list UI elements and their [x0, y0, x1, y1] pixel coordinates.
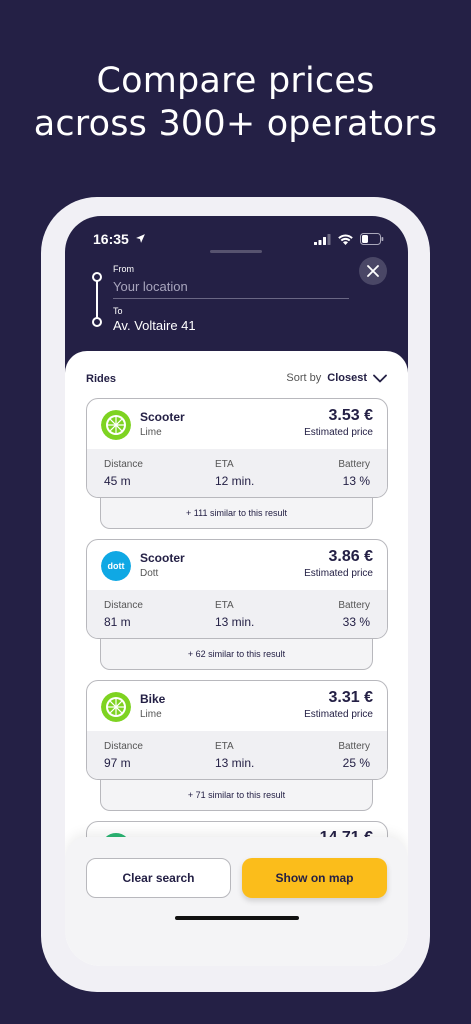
- battery-value: 13 %: [342, 474, 370, 488]
- from-dot-icon: [92, 272, 102, 282]
- ride-type: Scooter: [140, 410, 185, 424]
- to-field[interactable]: Av. Voltaire 41: [113, 318, 196, 333]
- ride-card[interactable]: Scooter Lime 3.53 € Estimated price Dist…: [86, 398, 388, 498]
- chevron-down-icon: [373, 374, 387, 382]
- ride-summary: dott Scooter Dott 3.86 € Estimated price: [87, 540, 387, 590]
- eta-label: ETA: [215, 459, 234, 470]
- from-label: From: [113, 264, 134, 274]
- drag-handle[interactable]: [210, 250, 262, 253]
- ride-stats: Distance 45 m ETA 12 min. Battery 13 %: [87, 449, 387, 497]
- headline-line-1: Compare prices: [96, 61, 375, 101]
- battery-value: 33 %: [342, 615, 370, 629]
- wifi-icon: [338, 233, 353, 245]
- ride-price: 3.31 €: [328, 689, 373, 706]
- distance-value: 45 m: [104, 474, 131, 488]
- battery-label: Battery: [338, 741, 370, 752]
- rides-title: Rides: [86, 373, 116, 385]
- close-button[interactable]: [359, 257, 387, 285]
- distance-label: Distance: [104, 600, 143, 611]
- similar-results-button[interactable]: + 111 similar to this result: [100, 498, 373, 529]
- sort-control[interactable]: Sort by Closest: [286, 372, 387, 384]
- similar-results-button[interactable]: + 71 similar to this result: [100, 780, 373, 811]
- action-bar: Clear search Show on map: [65, 837, 408, 966]
- clear-search-button[interactable]: Clear search: [86, 858, 231, 898]
- location-arrow-icon: [136, 234, 145, 243]
- headline-line-2: across 300+ operators: [33, 104, 438, 144]
- to-label: To: [113, 306, 123, 316]
- distance-value: 81 m: [104, 615, 131, 629]
- ride-price-label: Estimated price: [304, 709, 373, 720]
- ride-price-label: Estimated price: [304, 427, 373, 438]
- ride-card[interactable]: dott Scooter Dott 3.86 € Estimated price…: [86, 539, 388, 639]
- ride-type: Bike: [140, 692, 166, 706]
- ride-operator: Lime: [140, 709, 162, 720]
- ride-price: 3.53 €: [328, 407, 373, 424]
- battery-value: 25 %: [342, 756, 370, 770]
- distance-label: Distance: [104, 741, 143, 752]
- sort-label: Sort by: [286, 372, 322, 384]
- headline: Compare prices across 300+ operators: [0, 60, 471, 146]
- eta-label: ETA: [215, 741, 234, 752]
- route-line: [96, 277, 98, 322]
- show-on-map-button[interactable]: Show on map: [242, 858, 387, 898]
- close-icon: [367, 265, 379, 277]
- ride-type: Scooter: [140, 551, 185, 565]
- ride-card[interactable]: Bike Lime 3.31 € Estimated price Distanc…: [86, 680, 388, 780]
- ride-operator: Lime: [140, 427, 162, 438]
- ride-price: 3.86 €: [328, 548, 373, 565]
- ride-price-label: Estimated price: [304, 568, 373, 579]
- home-indicator[interactable]: [175, 916, 299, 920]
- sort-value[interactable]: Closest: [327, 372, 367, 384]
- eta-value: 13 min.: [215, 756, 255, 770]
- ride-stats: Distance 97 m ETA 13 min. Battery 25 %: [87, 731, 387, 779]
- dott-logo-icon: dott: [101, 551, 131, 581]
- battery-icon: [360, 233, 384, 245]
- lime-logo-icon: [101, 692, 131, 722]
- distance-value: 97 m: [104, 756, 131, 770]
- similar-results-button[interactable]: + 62 similar to this result: [100, 639, 373, 670]
- eta-value: 12 min.: [215, 474, 255, 488]
- ride-summary: Bike Lime 3.31 € Estimated price: [87, 681, 387, 731]
- battery-label: Battery: [338, 600, 370, 611]
- ride-summary: Scooter Lime 3.53 € Estimated price: [87, 399, 387, 449]
- eta-label: ETA: [215, 600, 234, 611]
- svg-text:dott: dott: [108, 561, 125, 571]
- ride-stats: Distance 81 m ETA 13 min. Battery 33 %: [87, 590, 387, 638]
- eta-value: 13 min.: [215, 615, 255, 629]
- status-time: 16:35: [93, 231, 129, 247]
- lime-logo-icon: [101, 410, 131, 440]
- from-input[interactable]: [113, 275, 349, 299]
- battery-label: Battery: [338, 459, 370, 470]
- ride-operator: Dott: [140, 568, 159, 579]
- distance-label: Distance: [104, 459, 143, 470]
- status-icons: [314, 233, 384, 245]
- to-dot-icon: [92, 317, 102, 327]
- phone-screen: 16:35 From Your location To Av. Voltaire…: [65, 216, 408, 966]
- signal-icon: [314, 233, 331, 245]
